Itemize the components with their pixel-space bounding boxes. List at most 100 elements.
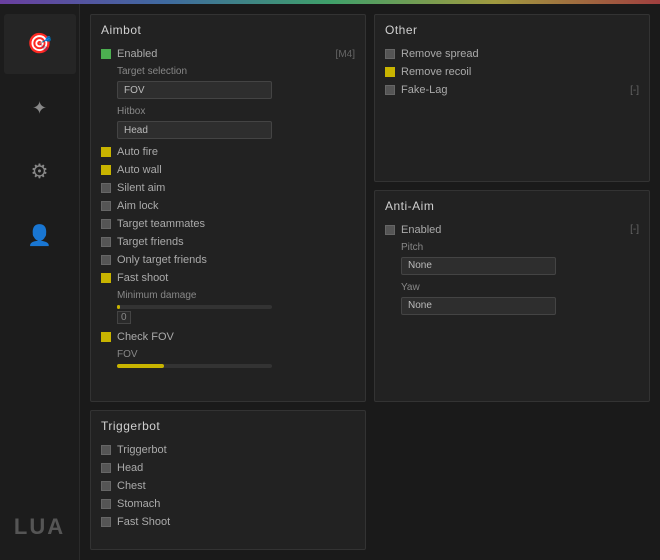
target-teammates-label: Target teammates [117,218,205,230]
triggerbot-stomach-row: Stomach [101,495,355,513]
only-target-friends-checkbox[interactable] [101,255,111,265]
triggerbot-fastshoot-checkbox[interactable] [101,517,111,527]
min-damage-slider-fill [117,305,120,309]
yaw-value: None [408,300,432,311]
misc-icon: ⚙ [31,162,49,182]
autowall-row: Auto wall [101,161,355,179]
autofire-checkbox[interactable] [101,147,111,157]
check-fov-label: Check FOV [117,331,174,343]
min-damage-label: Minimum damage [101,287,355,303]
hitbox-value: Head [124,125,148,136]
fake-lag-keybind: [-] [630,85,639,96]
fake-lag-label: Fake-Lag [401,84,447,96]
fov-slider-container [117,364,272,368]
players-icon: 👤 [27,226,52,246]
triggerbot-chest-row: Chest [101,477,355,495]
aimbot-icon: 🎯 [27,34,52,54]
sidebar-item-visuals[interactable]: ✦ [4,78,76,138]
fov-label: FOV [101,346,355,362]
target-selection-dropdown[interactable]: FOV [117,81,272,99]
check-fov-row: Check FOV [101,328,355,346]
silentaim-checkbox[interactable] [101,183,111,193]
silentaim-label: Silent aim [117,182,165,194]
target-teammates-row: Target teammates [101,215,355,233]
pitch-label: Pitch [385,239,639,255]
triggerbot-chest-checkbox[interactable] [101,481,111,491]
fake-lag-row: Fake-Lag [-] [385,81,639,99]
remove-spread-row: Remove spread [385,45,639,63]
pitch-dropdown[interactable]: None [401,257,556,275]
min-damage-value: 0 [117,311,131,324]
fast-shoot-checkbox[interactable] [101,273,111,283]
autowall-label: Auto wall [117,164,162,176]
autofire-row: Auto fire [101,143,355,161]
triggerbot-fastshoot-label: Fast Shoot [117,516,170,528]
remove-spread-label: Remove spread [401,48,479,60]
only-target-friends-label: Only target friends [117,254,207,266]
aimbot-panel: Aimbot Enabled [M4] Target selection FOV… [90,14,366,402]
triggerbot-head-checkbox[interactable] [101,463,111,473]
anti-aim-enabled-row: Enabled [-] [385,221,639,239]
check-fov-checkbox[interactable] [101,332,111,342]
aimbot-enabled-label: Enabled [117,48,157,60]
sidebar-item-aimbot[interactable]: 🎯 [4,14,76,74]
sidebar-item-misc[interactable]: ⚙ [4,142,76,202]
silentaim-row: Silent aim [101,179,355,197]
target-friends-label: Target friends [117,236,184,248]
triggerbot-fastshoot-row: Fast Shoot [101,513,355,531]
sidebar: 🎯 ✦ ⚙ 👤 LUA [0,4,80,560]
anti-aim-keybind: [-] [630,224,639,235]
remove-recoil-row: Remove recoil [385,63,639,81]
fov-slider-fill [117,364,164,368]
hitbox-label: Hitbox [101,103,355,119]
aimlock-row: Aim lock [101,197,355,215]
autofire-label: Auto fire [117,146,158,158]
visuals-icon: ✦ [32,99,47,117]
triggerbot-row: Triggerbot [101,441,355,459]
anti-aim-panel: Anti-Aim Enabled [-] Pitch None Yaw None [374,190,650,402]
only-target-friends-row: Only target friends [101,251,355,269]
anti-aim-enabled-label: Enabled [401,224,441,236]
aimlock-checkbox[interactable] [101,201,111,211]
other-title: Other [385,23,639,37]
yaw-dropdown[interactable]: None [401,297,556,315]
anti-aim-enabled-checkbox[interactable] [385,225,395,235]
aimbot-enabled-checkbox[interactable] [101,49,111,59]
target-selection-value: FOV [124,85,145,96]
fake-lag-checkbox[interactable] [385,85,395,95]
aimbot-enabled-row: Enabled [M4] [101,45,355,63]
fast-shoot-row: Fast shoot [101,269,355,287]
anti-aim-title: Anti-Aim [385,199,639,213]
triggerbot-panel: Triggerbot Triggerbot Head Chest Stomach… [90,410,366,550]
fast-shoot-label: Fast shoot [117,272,168,284]
autowall-checkbox[interactable] [101,165,111,175]
yaw-label: Yaw [385,279,639,295]
triggerbot-head-label: Head [117,462,143,474]
content-area: Aimbot Enabled [M4] Target selection FOV… [80,4,660,560]
target-selection-label: Target selection [101,63,355,79]
sidebar-item-players[interactable]: 👤 [4,206,76,266]
fov-slider-track[interactable] [117,364,272,368]
target-teammates-checkbox[interactable] [101,219,111,229]
target-friends-checkbox[interactable] [101,237,111,247]
remove-recoil-label: Remove recoil [401,66,471,78]
triggerbot-stomach-checkbox[interactable] [101,499,111,509]
remove-spread-checkbox[interactable] [385,49,395,59]
lua-label: LUA [14,514,65,540]
min-damage-slider-container: 0 [117,305,272,324]
target-friends-row: Target friends [101,233,355,251]
aimbot-enabled-keybind: [M4] [336,49,355,60]
min-damage-slider-track[interactable] [117,305,272,309]
other-panel: Other Remove spread Remove recoil Fake-L… [374,14,650,182]
triggerbot-title: Triggerbot [101,419,355,433]
remove-recoil-checkbox[interactable] [385,67,395,77]
hitbox-dropdown[interactable]: Head [117,121,272,139]
triggerbot-chest-label: Chest [117,480,146,492]
triggerbot-head-row: Head [101,459,355,477]
triggerbot-checkbox[interactable] [101,445,111,455]
pitch-value: None [408,260,432,271]
aimlock-label: Aim lock [117,200,159,212]
aimbot-title: Aimbot [101,23,355,37]
triggerbot-stomach-label: Stomach [117,498,160,510]
triggerbot-label: Triggerbot [117,444,167,456]
